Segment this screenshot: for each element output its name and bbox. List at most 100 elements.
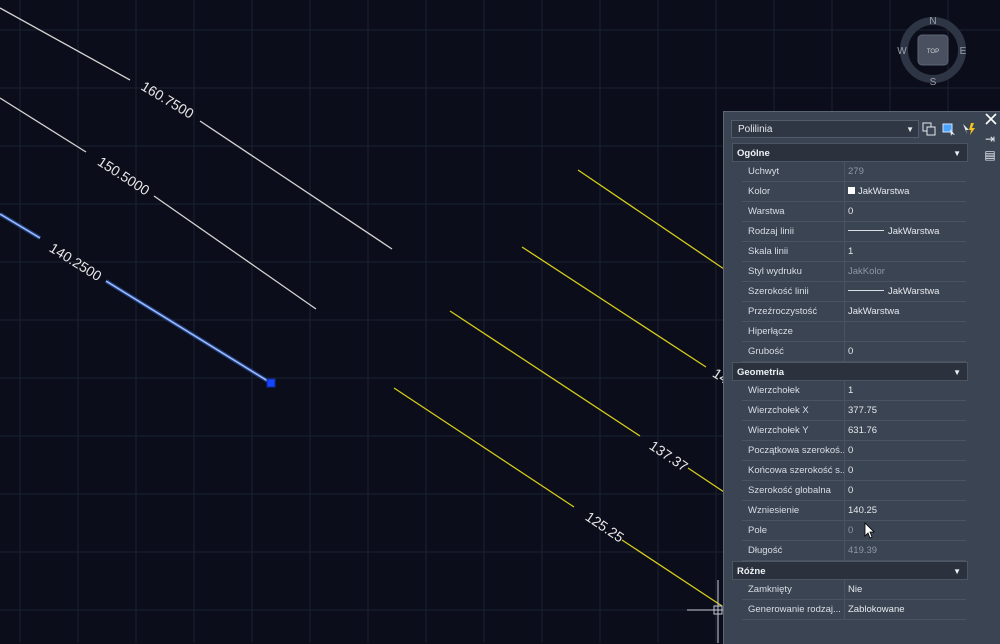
property-row[interactable]: Skala linii 1 bbox=[742, 242, 966, 262]
property-value[interactable]: 0 bbox=[848, 461, 966, 481]
property-value-text: JakKolor bbox=[848, 266, 885, 277]
section-header[interactable]: Geometria ▼ bbox=[732, 362, 968, 381]
object-type-select[interactable]: Polilinia ▼ bbox=[731, 120, 919, 138]
quick-select-icon[interactable] bbox=[961, 121, 977, 137]
selected-polyline-140-2500[interactable]: 140.2500 bbox=[0, 212, 276, 388]
property-name: Uchwyt bbox=[748, 166, 780, 177]
property-row[interactable]: Szerokość linii JakWarstwa bbox=[742, 282, 966, 302]
property-row[interactable]: Wierzchołek X 377.75 bbox=[742, 401, 966, 421]
property-value[interactable]: JakWarstwa bbox=[848, 282, 966, 302]
property-name: Początkowa szerokoś... bbox=[748, 445, 846, 456]
property-name: Warstwa bbox=[748, 206, 785, 217]
property-value[interactable]: 1 bbox=[848, 381, 966, 401]
property-name: Długość bbox=[748, 545, 783, 556]
property-value[interactable]: Zablokowane bbox=[848, 600, 966, 620]
column-divider bbox=[844, 600, 845, 619]
contour-yellow-2[interactable]: 14 bbox=[521, 246, 732, 387]
property-value[interactable]: 0 bbox=[848, 481, 966, 501]
property-name: Pole bbox=[748, 525, 768, 536]
compass-west[interactable]: W bbox=[897, 46, 907, 57]
viewcube-face-label: TOP bbox=[927, 49, 939, 55]
grip-handle[interactable] bbox=[266, 378, 276, 388]
property-value[interactable]: JakKolor bbox=[848, 262, 966, 282]
property-row[interactable]: Kolor JakWarstwa bbox=[742, 182, 966, 202]
property-value[interactable]: 279 bbox=[848, 162, 966, 182]
property-row[interactable]: Styl wydruku JakKolor bbox=[742, 262, 966, 282]
property-name: Grubość bbox=[748, 346, 784, 357]
property-value-text: 0 bbox=[848, 485, 854, 496]
property-value[interactable]: 0 bbox=[848, 202, 966, 222]
property-row[interactable]: Końcowa szerokość s... 0 bbox=[742, 461, 966, 481]
property-name: Przeźroczystość bbox=[748, 306, 818, 317]
section-title: Geometria bbox=[737, 367, 784, 378]
property-name: Wierzchołek bbox=[748, 385, 800, 396]
column-divider bbox=[844, 441, 845, 460]
property-value[interactable]: Nie bbox=[848, 580, 966, 600]
property-value[interactable]: 0 bbox=[848, 441, 966, 461]
column-divider bbox=[844, 501, 845, 520]
section-header[interactable]: Ogólne ▼ bbox=[732, 143, 968, 162]
property-row[interactable]: Wzniesienie 140.25 bbox=[742, 501, 966, 521]
property-name: Kolor bbox=[748, 186, 771, 197]
property-row[interactable]: Długość 419.39 bbox=[742, 541, 966, 561]
property-value[interactable]: 1 bbox=[848, 242, 966, 262]
property-row[interactable]: Wierzchołek 1 bbox=[742, 381, 966, 401]
property-name: Szerokość globalna bbox=[748, 485, 831, 496]
property-row[interactable]: Szerokość globalna 0 bbox=[742, 481, 966, 501]
palette-menu-icon[interactable]: ▤ bbox=[983, 148, 997, 162]
property-value[interactable]: 377.75 bbox=[848, 401, 966, 421]
object-type-bar: Polilinia ▼ bbox=[729, 118, 975, 140]
close-icon[interactable] bbox=[984, 112, 998, 126]
property-value[interactable]: 419.39 bbox=[848, 541, 966, 561]
property-value[interactable]: 140.25 bbox=[848, 501, 966, 521]
contour-label: 137.37 bbox=[647, 437, 692, 474]
contour-125-25[interactable]: 125.25 bbox=[393, 387, 723, 607]
compass-east[interactable]: E bbox=[960, 46, 967, 57]
property-value[interactable]: JakWarstwa bbox=[848, 182, 966, 202]
property-row[interactable]: Uchwyt 279 bbox=[742, 162, 966, 182]
property-value-text: 0 bbox=[848, 525, 854, 536]
property-value[interactable]: JakWarstwa bbox=[848, 302, 966, 322]
property-value-text: 0 bbox=[848, 346, 854, 357]
property-row[interactable]: Wierzchołek Y 631.76 bbox=[742, 421, 966, 441]
chevron-down-icon: ▼ bbox=[906, 125, 914, 134]
property-row[interactable]: Zamknięty Nie bbox=[742, 580, 966, 600]
property-row[interactable]: Hiperłącze bbox=[742, 322, 966, 342]
toggle-pickadd-icon[interactable] bbox=[921, 121, 937, 137]
property-grid: Ogólne ▼ Uchwyt 279 Kolor JakWarstwa Warstwa 0 R… bbox=[732, 143, 968, 620]
contour-160-7500[interactable]: 160.7500 bbox=[0, 7, 393, 250]
property-row[interactable]: Początkowa szerokoś... 0 bbox=[742, 441, 966, 461]
property-row[interactable]: Rodzaj linii JakWarstwa bbox=[742, 222, 966, 242]
property-name: Skala linii bbox=[748, 246, 789, 257]
property-row[interactable]: Grubość 0 bbox=[742, 342, 966, 362]
compass-north[interactable]: N bbox=[929, 16, 936, 27]
property-name: Wierzchołek Y bbox=[748, 425, 809, 436]
line-sample bbox=[848, 229, 884, 231]
column-divider bbox=[844, 242, 845, 261]
contour-137-37[interactable]: 137.37 bbox=[449, 310, 725, 493]
property-value[interactable]: 631.76 bbox=[848, 421, 966, 441]
select-objects-icon[interactable] bbox=[941, 121, 957, 137]
column-divider bbox=[844, 481, 845, 500]
collapse-icon: ▼ bbox=[953, 149, 961, 158]
compass-south[interactable]: S bbox=[930, 77, 937, 88]
collapse-icon: ▼ bbox=[953, 567, 961, 576]
section-header[interactable]: Różne ▼ bbox=[732, 561, 968, 580]
column-divider bbox=[844, 381, 845, 400]
viewcube[interactable]: TOP N S E W bbox=[897, 16, 966, 88]
property-value-text: 0 bbox=[848, 445, 854, 456]
property-value[interactable]: 0 bbox=[848, 342, 966, 362]
property-name: Generowanie rodzaj... bbox=[748, 604, 841, 615]
collapse-icon: ▼ bbox=[953, 368, 961, 377]
property-row[interactable]: Pole 0 bbox=[742, 521, 966, 541]
property-value-text: JakWarstwa bbox=[848, 306, 900, 317]
property-name: Rodzaj linii bbox=[748, 226, 794, 237]
property-value[interactable]: JakWarstwa bbox=[848, 222, 966, 242]
property-name: Końcowa szerokość s... bbox=[748, 465, 846, 476]
column-divider bbox=[844, 282, 845, 301]
property-row[interactable]: Przeźroczystość JakWarstwa bbox=[742, 302, 966, 322]
autohide-icon[interactable]: ⇥ bbox=[983, 132, 997, 146]
property-row[interactable]: Generowanie rodzaj... Zablokowane bbox=[742, 600, 966, 620]
property-value-text: 1 bbox=[848, 385, 854, 396]
property-row[interactable]: Warstwa 0 bbox=[742, 202, 966, 222]
